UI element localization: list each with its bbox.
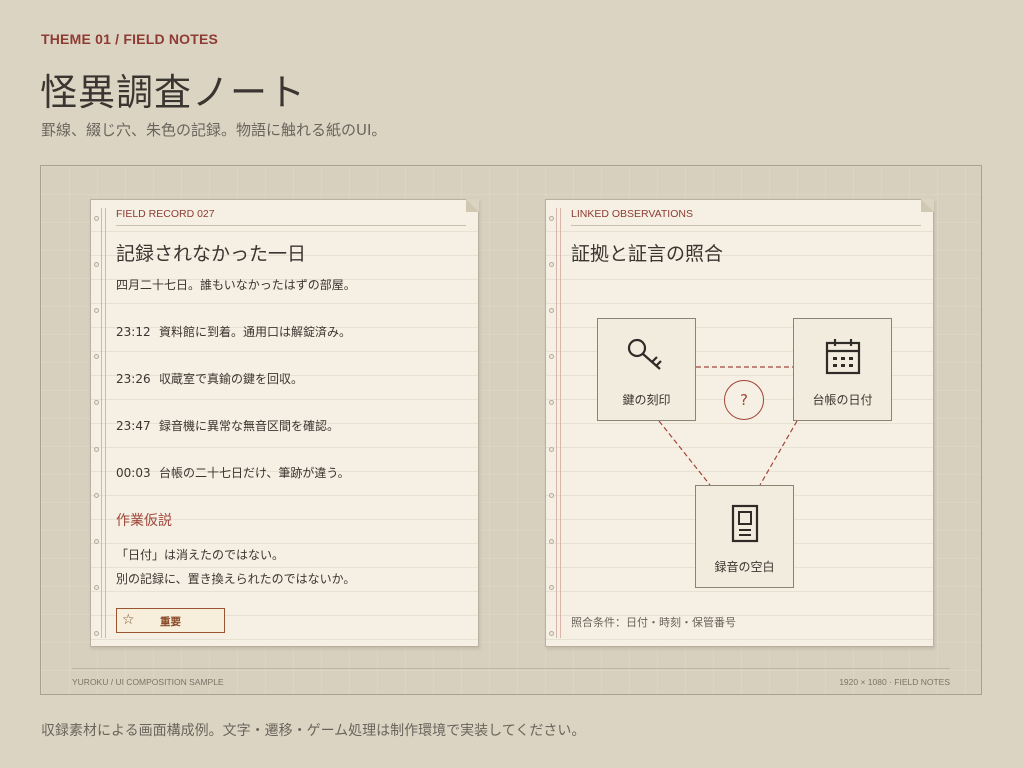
composition-frame: FIELD RECORD 027 記録されなかった一日 四月二十七日。誰もいなか… <box>40 165 982 695</box>
unknown-link-marker[interactable]: ? <box>724 380 764 420</box>
page-title: 怪異調査ノート <box>40 71 306 114</box>
log-entry: 23:26 収蔵室で真鍮の鍵を回収。 <box>116 370 303 387</box>
important-label: 重要 <box>160 616 181 628</box>
log-time: 23:47 <box>116 419 151 433</box>
log-time: 23:26 <box>116 372 151 386</box>
node-label: 台帳の日付 <box>812 393 873 407</box>
log-time: 23:12 <box>116 325 151 339</box>
binding-holes <box>94 216 100 636</box>
field-record-card: FIELD RECORD 027 記録されなかった一日 四月二十七日。誰もいなか… <box>90 199 479 647</box>
hypothesis-heading: 作業仮説 <box>116 513 172 529</box>
binding-hole <box>94 446 99 452</box>
important-button[interactable]: ☆ 重要 <box>116 608 225 633</box>
log-text: 台帳の二十七日だけ、筆跡が違う。 <box>159 466 350 480</box>
binding-hole <box>94 262 99 268</box>
binding-hole <box>94 584 99 590</box>
key-icon <box>627 338 662 370</box>
evidence-node-ledger[interactable]: 台帳の日付 <box>793 318 892 421</box>
page-corner-fold <box>466 199 479 212</box>
frame-footer-right: 1920 × 1080 · FIELD NOTES <box>839 677 950 687</box>
binding-hole <box>94 400 99 406</box>
log-text: 収蔵室で真鍮の鍵を回収。 <box>159 372 304 386</box>
binding-hole <box>94 630 99 636</box>
margin-rule <box>101 208 106 638</box>
log-text: 資料館に到着。通用口は解錠済み。 <box>159 325 352 339</box>
recorder-icon <box>731 504 759 543</box>
record-title: 記録されなかった一日 <box>116 243 307 265</box>
link-line <box>658 420 711 486</box>
evidence-node-recording[interactable]: 録音の空白 <box>695 485 794 588</box>
calendar-icon <box>825 339 861 375</box>
theme-tag: THEME 01 / FIELD NOTES <box>41 31 219 47</box>
hypothesis-line: 「日付」は消えたのではない。 <box>116 548 285 562</box>
record-intro: 四月二十七日。誰もいなかったはずの部屋。 <box>116 278 356 292</box>
binding-hole <box>94 354 99 360</box>
match-conditions: 照合条件：日付・時刻・保管番号 <box>571 616 736 629</box>
binding-hole <box>94 538 99 544</box>
binding-hole <box>94 216 99 221</box>
hypothesis-line: 別の記録に、置き換えられたのではないか。 <box>116 572 356 586</box>
link-line <box>759 420 798 486</box>
log-entry: 23:12 資料館に到着。通用口は解錠済み。 <box>116 323 351 340</box>
log-entry: 00:03 台帳の二十七日だけ、筆跡が違う。 <box>116 464 350 481</box>
log-time: 00:03 <box>116 466 151 480</box>
node-label: 録音の空白 <box>714 560 775 574</box>
frame-footer-left: YUROKU / UI COMPOSITION SAMPLE <box>72 677 224 687</box>
footer-divider <box>72 668 950 669</box>
card-label: FIELD RECORD 027 <box>116 208 466 226</box>
binding-hole <box>94 492 99 498</box>
log-entry: 23:47 録音機に異常な無音区間を確認。 <box>116 417 339 434</box>
evidence-node-key[interactable]: 鍵の刻印 <box>597 318 696 421</box>
binding-hole <box>94 308 99 314</box>
node-label: 鍵の刻印 <box>622 393 671 407</box>
page-subtitle: 罫線、綴じ穴、朱色の記録。物語に触れる紙のUI。 <box>41 121 387 139</box>
linked-observations-card: LINKED OBSERVATIONS 証拠と証言の照合 鍵の刻印 台帳の日付 … <box>545 199 934 647</box>
log-text: 録音機に異常な無音区間を確認。 <box>159 419 340 433</box>
bottom-note: 収録素材による画面構成例。文字・遷移・ゲーム処理は制作環境で実装してください。 <box>41 723 586 739</box>
